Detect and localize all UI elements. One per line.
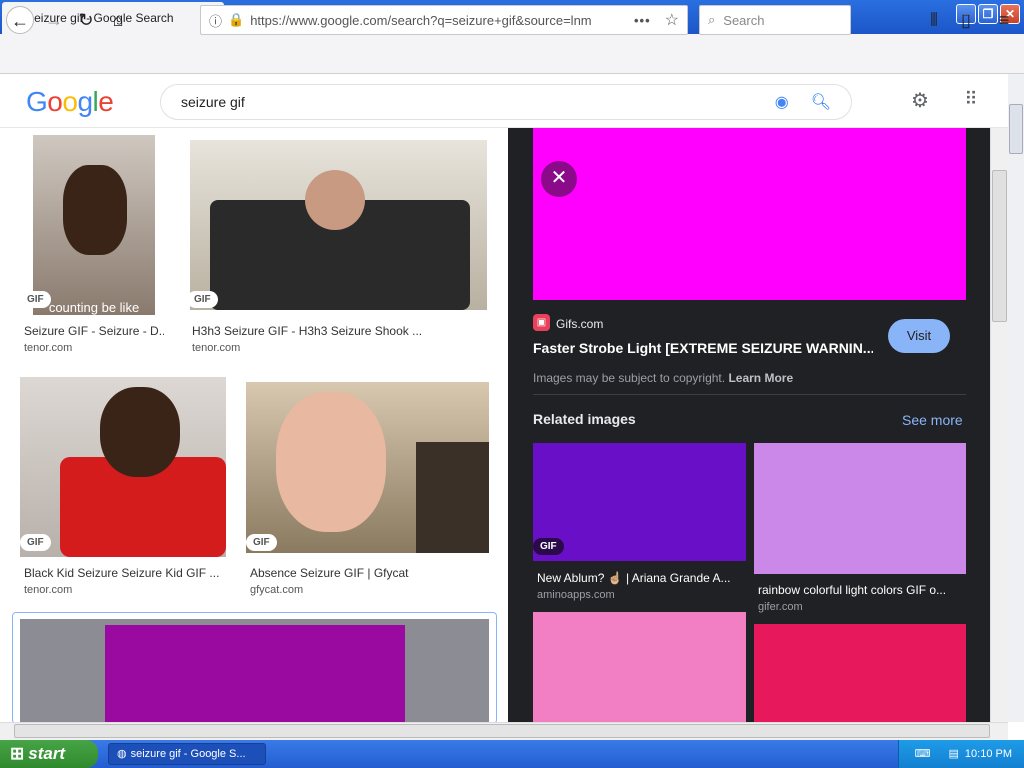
url-text[interactable]: https://www.google.com/search?q=seizure+… xyxy=(250,13,628,28)
related-title-2[interactable]: rainbow colorful light colors GIF o... xyxy=(758,583,963,597)
close-preview-button[interactable]: ✕ xyxy=(541,161,577,197)
taskbar-item-firefox[interactable]: ◍ seizure gif - Google S... xyxy=(108,743,266,765)
page-actions-icon[interactable]: ••• xyxy=(634,13,651,28)
result-image-4[interactable] xyxy=(246,382,489,553)
google-search-input[interactable]: seizure gif ◉ 🔍︎ xyxy=(160,84,852,120)
google-logo[interactable]: Google xyxy=(26,86,114,118)
start-label: start xyxy=(28,744,66,763)
menu-icon[interactable]: ≡ xyxy=(990,6,1018,34)
preview-source[interactable]: Gifs.com xyxy=(556,317,603,331)
taskbar-item-label: seizure gif - Google S... xyxy=(130,748,246,760)
library-icon[interactable]: ⫴ xyxy=(920,6,948,34)
learn-more-link[interactable]: Learn More xyxy=(728,371,793,385)
result-source-3[interactable]: tenor.com xyxy=(24,584,72,596)
gif-badge: GIF xyxy=(20,291,51,308)
page-scrollbar-thumb[interactable] xyxy=(1009,104,1023,154)
related-image-3[interactable] xyxy=(533,612,746,722)
sidebar-icon[interactable]: ▯ xyxy=(952,6,980,34)
horizontal-scrollbar[interactable] xyxy=(0,722,1008,740)
info-icon[interactable]: ⓘ xyxy=(209,11,222,30)
start-button[interactable]: ⊞ start xyxy=(0,740,98,768)
url-bar[interactable]: ⓘ 🔒 https://www.google.com/search?q=seiz… xyxy=(200,5,688,35)
related-source-1[interactable]: aminoapps.com xyxy=(537,589,615,601)
lock-icon: 🔒 xyxy=(228,12,245,27)
result-source-4[interactable]: gfycat.com xyxy=(250,584,303,596)
back-button[interactable]: ← xyxy=(6,6,34,34)
forward-button[interactable]: → xyxy=(40,6,68,34)
keyboard-icon[interactable]: ⌨ xyxy=(915,748,931,760)
related-image-4[interactable] xyxy=(754,624,966,722)
preview-image[interactable] xyxy=(533,128,966,300)
result-source-1[interactable]: tenor.com xyxy=(24,342,72,354)
search-icon: ⌕ xyxy=(708,12,716,27)
system-tray: ⌨ ▤ 10:10 PM xyxy=(898,740,1024,768)
gif-badge: GIF xyxy=(246,534,277,551)
search-query[interactable]: seizure gif xyxy=(181,94,775,110)
preview-title[interactable]: Faster Strobe Light [EXTREME SEIZURE WAR… xyxy=(533,340,873,356)
related-source-2[interactable]: gifer.com xyxy=(758,601,803,613)
related-title-1[interactable]: New Ablum? ☝🏼 | Ariana Grande A... xyxy=(537,571,742,585)
result-title-1[interactable]: Seizure GIF - Seizure - D... xyxy=(24,324,164,338)
copyright-notice: Images may be subject to copyright. Lear… xyxy=(533,371,793,385)
gif-badge: GIF xyxy=(20,534,51,551)
page-scrollbar[interactable] xyxy=(1008,74,1024,722)
selected-result-image[interactable] xyxy=(20,619,489,722)
clock[interactable]: 10:10 PM xyxy=(965,748,1012,760)
visit-button[interactable]: Visit xyxy=(888,319,950,353)
scrollbar-thumb[interactable] xyxy=(992,170,1007,322)
result-title-3[interactable]: Black Kid Seizure Seizure Kid GIF ... xyxy=(24,566,224,580)
reload-button[interactable]: ↻ xyxy=(72,6,100,34)
see-more-link[interactable]: See more xyxy=(902,412,963,428)
copyright-text: Images may be subject to copyright. xyxy=(533,371,726,385)
apps-grid-icon[interactable]: ⠿ xyxy=(958,88,982,112)
home-button[interactable]: ⌂ xyxy=(104,6,132,34)
horizontal-scrollbar-thumb[interactable] xyxy=(14,724,990,738)
result-title-4[interactable]: Absence Seizure GIF | Gfycat xyxy=(250,566,450,580)
bookmark-star-icon[interactable]: ☆ xyxy=(665,10,679,30)
gif-badge: GIF xyxy=(533,538,564,555)
camera-icon[interactable]: ◉ xyxy=(775,92,789,112)
firefox-icon: ◍ xyxy=(117,748,127,760)
network-icon[interactable]: ▤ xyxy=(949,748,959,760)
result-image-2[interactable] xyxy=(190,140,487,310)
related-images-heading: Related images xyxy=(533,411,636,427)
windows-logo-icon: ⊞ xyxy=(10,744,25,763)
result-image-3[interactable] xyxy=(20,377,226,557)
result-title-2[interactable]: H3h3 Seizure GIF - H3h3 Seizure Shook ..… xyxy=(192,324,432,338)
panel-scrollbar[interactable] xyxy=(990,128,1008,722)
gif-badge: GIF xyxy=(187,291,218,308)
related-image-2[interactable] xyxy=(754,443,966,574)
navigation-toolbar xyxy=(0,34,1024,74)
browser-search-placeholder: Search xyxy=(723,12,765,28)
browser-search-field[interactable]: ⌕ Search xyxy=(699,5,851,35)
search-icon[interactable]: 🔍︎ xyxy=(811,92,831,112)
divider xyxy=(533,394,966,395)
result-image-1[interactable]: counting be like xyxy=(33,135,155,315)
related-image-1[interactable] xyxy=(533,443,746,561)
image-overlay-text: counting be like xyxy=(48,300,140,315)
gear-icon[interactable]: ⚙ xyxy=(908,88,932,112)
result-source-2[interactable]: tenor.com xyxy=(192,342,240,354)
gifs-com-favicon-icon: ▣ xyxy=(533,314,550,331)
